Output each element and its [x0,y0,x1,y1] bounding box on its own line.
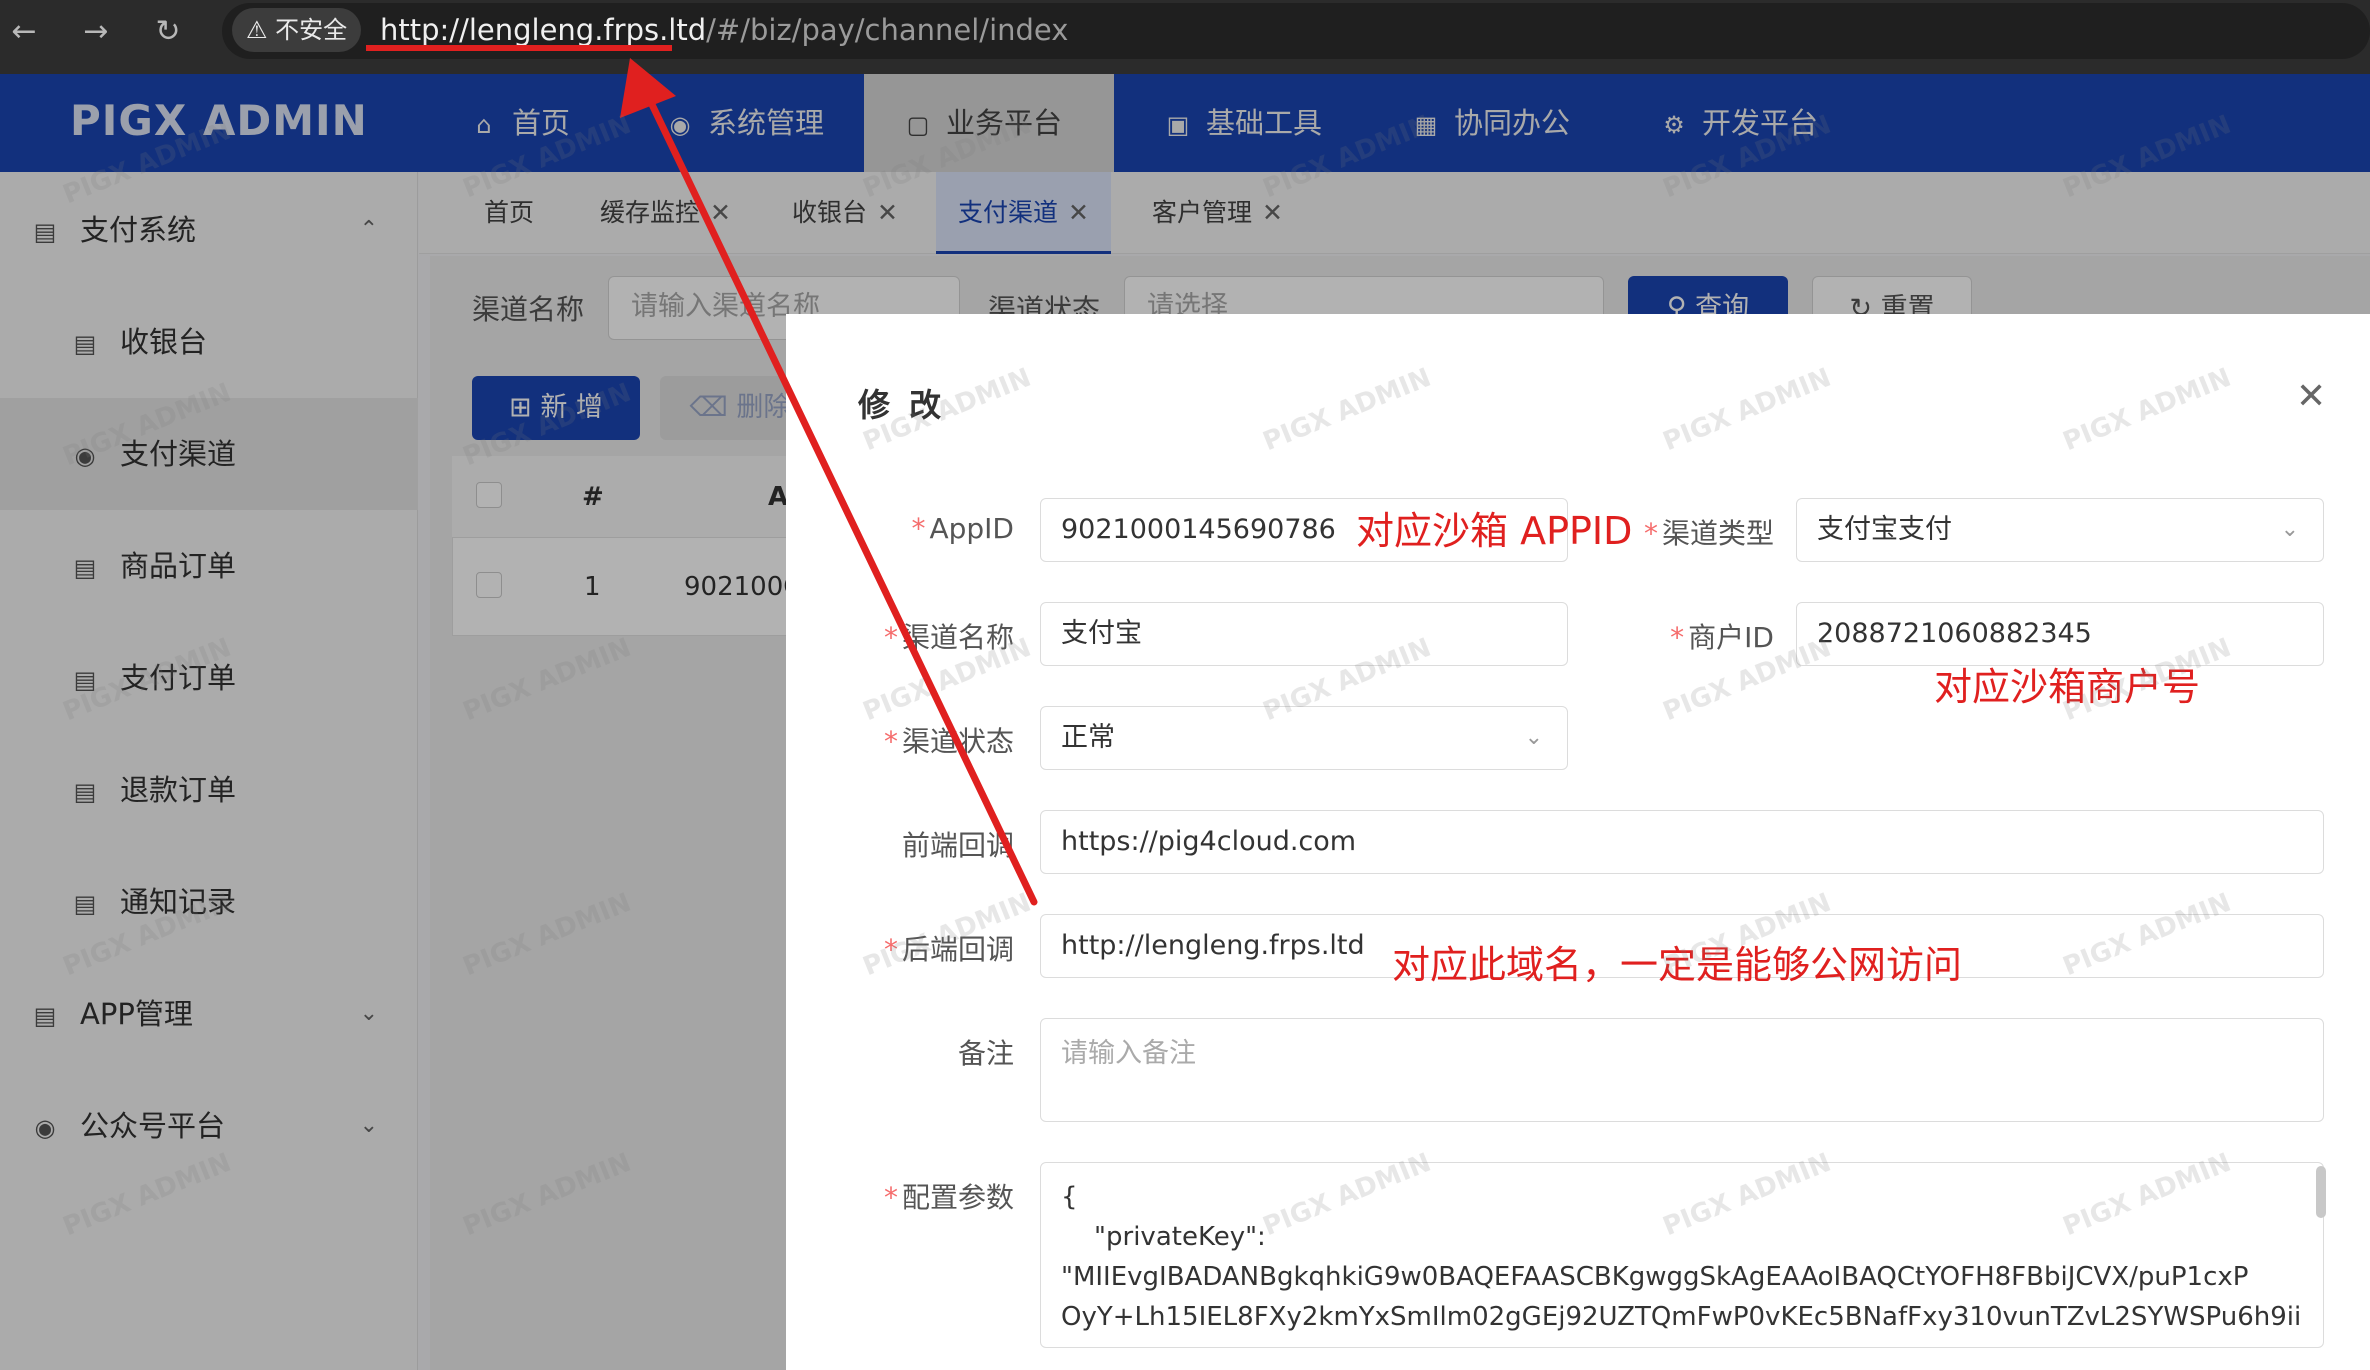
annotation-arrow [620,58,1038,906]
